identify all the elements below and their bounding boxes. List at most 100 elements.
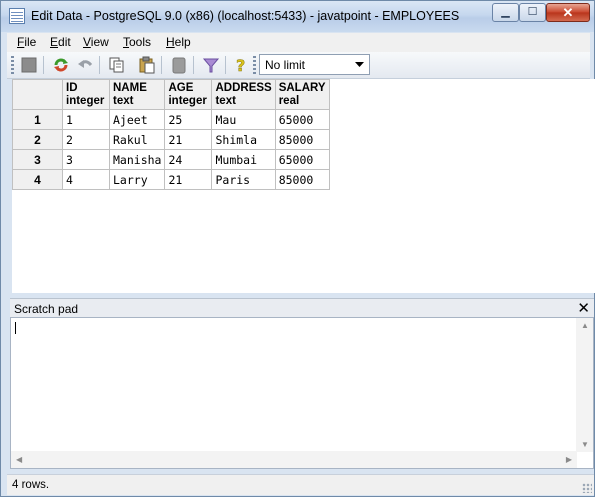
cell-address[interactable]: Mau (211, 109, 276, 130)
data-table: ID integer NAME text AGE integer ADDRESS tex… (12, 79, 330, 190)
window-title: Edit Data - PostgreSQL 9.0 (x86) (localh… (31, 9, 460, 23)
toolbar: ? No limit (7, 52, 590, 79)
menu-help-rest: elp (174, 35, 191, 49)
menu-help[interactable]: Help (166, 35, 191, 49)
close-icon[interactable]: ✕ (577, 299, 590, 317)
table-row: 1 1 Ajeet 25 Mau 65000 (12, 109, 330, 130)
cell-age[interactable]: 25 (164, 109, 213, 130)
column-header-id[interactable]: ID integer (62, 79, 110, 110)
menu-tools[interactable]: Tools (123, 35, 151, 49)
cell-name[interactable]: Larry (108, 169, 166, 190)
text-caret (15, 322, 16, 334)
menu-edit-mnemonic: E (50, 35, 59, 49)
filter-icon[interactable] (201, 55, 221, 75)
scratch-pad-header: Scratch pad ✕ (10, 298, 594, 318)
cell-salary[interactable]: 65000 (274, 149, 330, 170)
scroll-left-icon[interactable]: ◀ (16, 455, 22, 464)
scratch-pad-title: Scratch pad (14, 302, 79, 316)
toolbar-separator (161, 56, 162, 74)
scroll-right-icon[interactable]: ▶ (566, 455, 572, 464)
menu-file[interactable]: File (17, 35, 36, 49)
column-name: SALARY (278, 82, 326, 94)
cell-salary[interactable]: 85000 (274, 169, 330, 190)
column-type: text (215, 95, 236, 107)
cell-address[interactable]: Paris (211, 169, 276, 190)
row-number[interactable]: 1 (12, 109, 63, 130)
scroll-down-icon[interactable]: ▼ (581, 440, 589, 449)
column-name: NAME (113, 82, 147, 94)
delete-icon[interactable] (169, 55, 189, 75)
scratch-pad-textarea[interactable]: ▲ ▼ ◀ ▶ (10, 317, 594, 469)
table-row: 2 2 Rakul 21 Shimla 85000 (12, 129, 330, 150)
table-row: 3 3 Manisha 24 Mumbai 65000 (12, 149, 330, 170)
menu-file-rest: ile (24, 35, 37, 49)
toolbar-separator (193, 56, 194, 74)
chevron-down-icon[interactable] (352, 57, 367, 72)
cell-name[interactable]: Manisha (108, 149, 166, 170)
row-number[interactable]: 2 (12, 129, 63, 150)
column-type: integer (66, 95, 105, 107)
row-number[interactable]: 3 (12, 149, 63, 170)
menu-tools-rest: ools (129, 35, 152, 49)
vertical-scrollbar[interactable]: ▲ ▼ (576, 318, 593, 452)
cell-salary[interactable]: 85000 (274, 129, 330, 150)
toolbar-separator (225, 56, 226, 74)
menu-view-rest: iew (90, 35, 109, 49)
cell-salary[interactable]: 65000 (274, 109, 330, 130)
column-header-name[interactable]: NAME text (108, 79, 166, 110)
column-header-address[interactable]: ADDRESS text (211, 79, 276, 110)
column-header-salary[interactable]: SALARY real (274, 79, 330, 110)
row-number[interactable]: 4 (12, 169, 63, 190)
menu-help-mnemonic: H (166, 35, 175, 49)
row-limit-select[interactable]: No limit (259, 54, 370, 75)
menu-view[interactable]: View (83, 35, 109, 49)
minimize-button[interactable]: ▁ (492, 3, 519, 22)
cell-address[interactable]: Shimla (211, 129, 276, 150)
help-icon[interactable]: ? (231, 55, 251, 75)
cell-id[interactable]: 3 (62, 149, 110, 170)
column-name: AGE (168, 82, 194, 94)
save-icon[interactable] (19, 55, 39, 75)
toolbar-grip[interactable] (11, 56, 14, 74)
data-grid: ID integer NAME text AGE integer ADDRESS tex… (12, 79, 595, 293)
close-button[interactable]: ✕ (546, 3, 590, 22)
column-name: ID (66, 82, 78, 94)
paste-icon[interactable] (137, 55, 157, 75)
cell-age[interactable]: 24 (164, 149, 213, 170)
cell-age[interactable]: 21 (164, 129, 213, 150)
undo-icon[interactable] (75, 55, 95, 75)
table-row: 4 4 Larry 21 Paris 85000 (12, 169, 330, 190)
cell-id[interactable]: 2 (62, 129, 110, 150)
column-name: ADDRESS (215, 82, 272, 94)
column-header-age[interactable]: AGE integer (164, 79, 213, 110)
cell-id[interactable]: 4 (62, 169, 110, 190)
toolbar-separator (99, 56, 100, 74)
column-type: real (278, 95, 300, 107)
column-type: text (113, 95, 134, 107)
refresh-icon[interactable] (51, 55, 71, 75)
resize-grip-icon[interactable] (582, 483, 592, 493)
menu-edit[interactable]: Edit (50, 35, 71, 49)
edit-data-window: Edit Data - PostgreSQL 9.0 (x86) (localh… (0, 0, 595, 497)
horizontal-scrollbar[interactable]: ◀ ▶ (11, 451, 577, 468)
row-limit-value: No limit (265, 58, 306, 72)
cell-id[interactable]: 1 (62, 109, 110, 130)
cell-name[interactable]: Rakul (108, 129, 166, 150)
cell-age[interactable]: 21 (164, 169, 213, 190)
row-count-status: 4 rows. (12, 479, 50, 491)
status-bar: 4 rows. (7, 474, 594, 495)
cell-name[interactable]: Ajeet (108, 109, 166, 130)
menu-edit-rest: dit (58, 35, 71, 49)
column-type: integer (168, 95, 207, 107)
corner-cell[interactable] (12, 79, 63, 110)
menu-view-mnemonic: V (83, 35, 91, 49)
title-bar[interactable]: Edit Data - PostgreSQL 9.0 (x86) (localh… (1, 1, 594, 32)
header-row: ID integer NAME text AGE integer ADDRESS tex… (12, 79, 330, 110)
scroll-up-icon[interactable]: ▲ (581, 321, 589, 330)
grid-app-icon (9, 8, 25, 24)
toolbar-separator (43, 56, 44, 74)
cell-address[interactable]: Mumbai (211, 149, 276, 170)
maximize-button[interactable]: ☐ (519, 3, 546, 22)
toolbar-grip[interactable] (253, 56, 256, 74)
copy-icon[interactable] (107, 55, 127, 75)
